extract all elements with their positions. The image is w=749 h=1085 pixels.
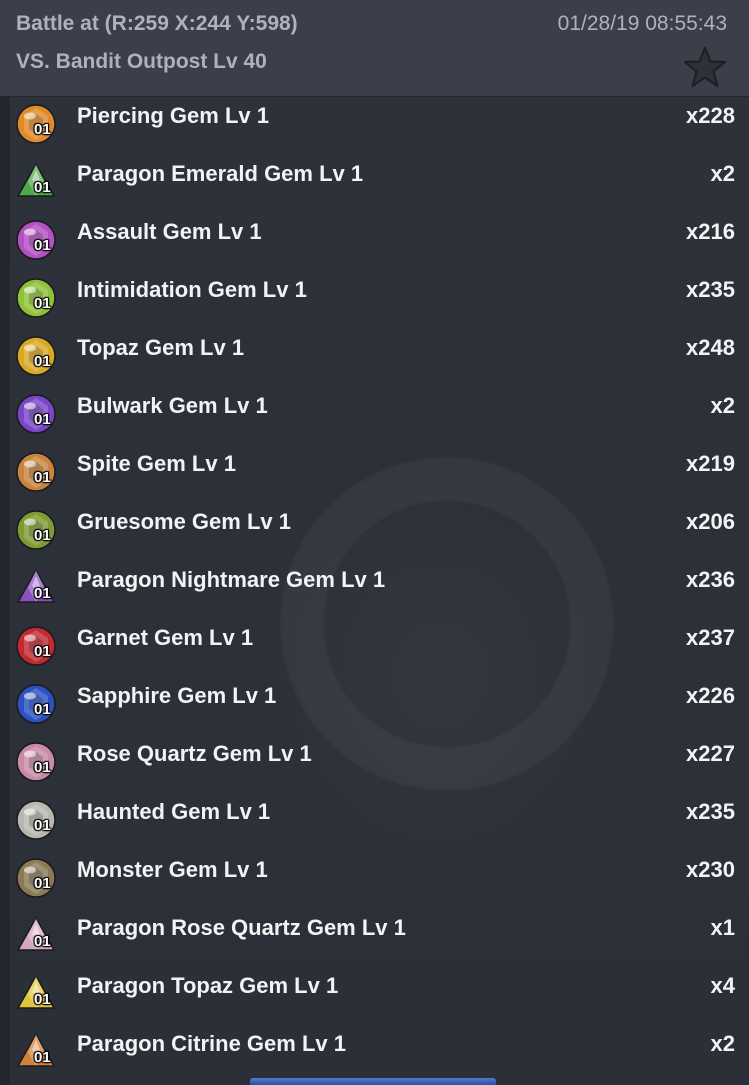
gem-name: Paragon Citrine Gem Lv 1	[77, 1031, 346, 1056]
gem-name: Assault Gem Lv 1	[77, 219, 262, 244]
gem-level-badge: 01	[34, 817, 51, 834]
gem-level-badge: 01	[34, 759, 51, 776]
gem-reward-row[interactable]: 01 Paragon Emerald Gem Lv 1 x2	[10, 154, 749, 212]
gem-reward-row[interactable]: 01 Gruesome Gem Lv 1 x206	[10, 502, 749, 560]
gem-quantity: x237	[686, 625, 735, 650]
gem-reward-row[interactable]: 01 Paragon Rose Quartz Gem Lv 1 x1	[10, 908, 749, 966]
gem-level-badge: 01	[34, 179, 51, 196]
gem-level-badge: 01	[34, 875, 51, 892]
gem-quantity: x2	[710, 161, 735, 186]
gem-level-badge: 01	[34, 1049, 51, 1066]
gem-level-badge: 01	[34, 643, 51, 660]
battle-timestamp: 01/28/19 08:55:43	[557, 12, 727, 35]
gem-quantity: x206	[686, 509, 735, 534]
gem-name: Gruesome Gem Lv 1	[77, 509, 291, 534]
gem-name: Haunted Gem Lv 1	[77, 799, 271, 824]
gem-name: Paragon Topaz Gem Lv 1	[77, 973, 339, 998]
gem-reward-row[interactable]: 01 Topaz Gem Lv 1 x248	[10, 328, 749, 386]
gem-quantity: x4	[710, 973, 735, 998]
gem-name: Rose Quartz Gem Lv 1	[77, 741, 312, 766]
gem-quantity: x219	[686, 451, 735, 476]
gem-level-badge: 01	[34, 295, 51, 312]
gem-level-badge: 01	[34, 933, 51, 950]
gem-reward-row[interactable]: 01 Intimidation Gem Lv 1 x235	[10, 270, 749, 328]
gem-name: Topaz Gem Lv 1	[77, 335, 245, 360]
gem-reward-row[interactable]: 01 Paragon Topaz Gem Lv 1 x4	[10, 966, 749, 1024]
gem-reward-row[interactable]: 01 Garnet Gem Lv 1 x237	[10, 618, 749, 676]
gem-quantity: x235	[686, 277, 735, 302]
gem-reward-row[interactable]: 01 Paragon Nightmare Gem Lv 1 x236	[10, 560, 749, 618]
battle-location-title: Battle at (R:259 X:244 Y:598)	[16, 12, 298, 35]
star-outline-icon[interactable]	[683, 46, 727, 88]
gem-level-badge: 01	[34, 411, 51, 428]
gem-reward-row[interactable]: 01 Piercing Gem Lv 1 x228	[10, 97, 749, 154]
gem-name: Paragon Rose Quartz Gem Lv 1	[77, 915, 406, 940]
bottom-tab-indicator	[250, 1078, 496, 1085]
gem-reward-row[interactable]: 01 Bulwark Gem Lv 1 x2	[10, 386, 749, 444]
gem-name: Paragon Emerald Gem Lv 1	[77, 161, 364, 186]
gem-quantity: x216	[686, 219, 735, 244]
gem-level-badge: 01	[34, 469, 51, 486]
reward-list[interactable]: 01 Piercing Gem Lv 1 x228 01 Paragon Emerald…	[0, 97, 749, 1085]
gem-name: Bulwark Gem Lv 1	[77, 393, 268, 418]
gem-name: Monster Gem Lv 1	[77, 857, 268, 882]
gem-level-badge: 01	[34, 527, 51, 544]
gem-quantity: x226	[686, 683, 735, 708]
gem-quantity: x235	[686, 799, 735, 824]
gem-level-badge: 01	[34, 701, 51, 718]
gem-quantity: x2	[710, 393, 735, 418]
gem-quantity: x230	[686, 857, 735, 882]
gem-name: Spite Gem Lv 1	[77, 451, 236, 476]
gem-level-badge: 01	[34, 353, 51, 370]
gem-reward-row[interactable]: 01 Assault Gem Lv 1 x216	[10, 212, 749, 270]
gem-reward-row[interactable]: 01 Monster Gem Lv 1 x230	[10, 850, 749, 908]
gem-level-badge: 01	[34, 237, 51, 254]
gem-reward-row[interactable]: 01 Sapphire Gem Lv 1 x226	[10, 676, 749, 734]
gem-quantity: x236	[686, 567, 735, 592]
gem-reward-row[interactable]: 01 Haunted Gem Lv 1 x235	[10, 792, 749, 850]
gem-reward-row[interactable]: 01 Rose Quartz Gem Lv 1 x227	[10, 734, 749, 792]
gem-name: Garnet Gem Lv 1	[77, 625, 254, 650]
gem-quantity: x1	[710, 915, 735, 940]
gem-reward-row[interactable]: 01 Paragon Citrine Gem Lv 1 x2	[10, 1024, 749, 1082]
opponent-subtitle: VS. Bandit Outpost Lv 40	[16, 50, 267, 73]
gem-quantity: x2	[710, 1031, 735, 1056]
gem-quantity: x227	[686, 741, 735, 766]
gem-name: Intimidation Gem Lv 1	[77, 277, 307, 302]
gem-level-badge: 01	[34, 121, 51, 138]
battle-report-header: Battle at (R:259 X:244 Y:598) VS. Bandit…	[0, 0, 749, 97]
gem-name: Paragon Nightmare Gem Lv 1	[77, 567, 386, 592]
gem-name: Sapphire Gem Lv 1	[77, 683, 277, 708]
gem-name: Piercing Gem Lv 1	[77, 103, 269, 128]
gem-level-badge: 01	[34, 991, 51, 1008]
gem-reward-row[interactable]: 01 Spite Gem Lv 1 x219	[10, 444, 749, 502]
gem-quantity: x248	[686, 335, 735, 360]
gem-quantity: x228	[686, 103, 735, 128]
gem-level-badge: 01	[34, 585, 51, 602]
